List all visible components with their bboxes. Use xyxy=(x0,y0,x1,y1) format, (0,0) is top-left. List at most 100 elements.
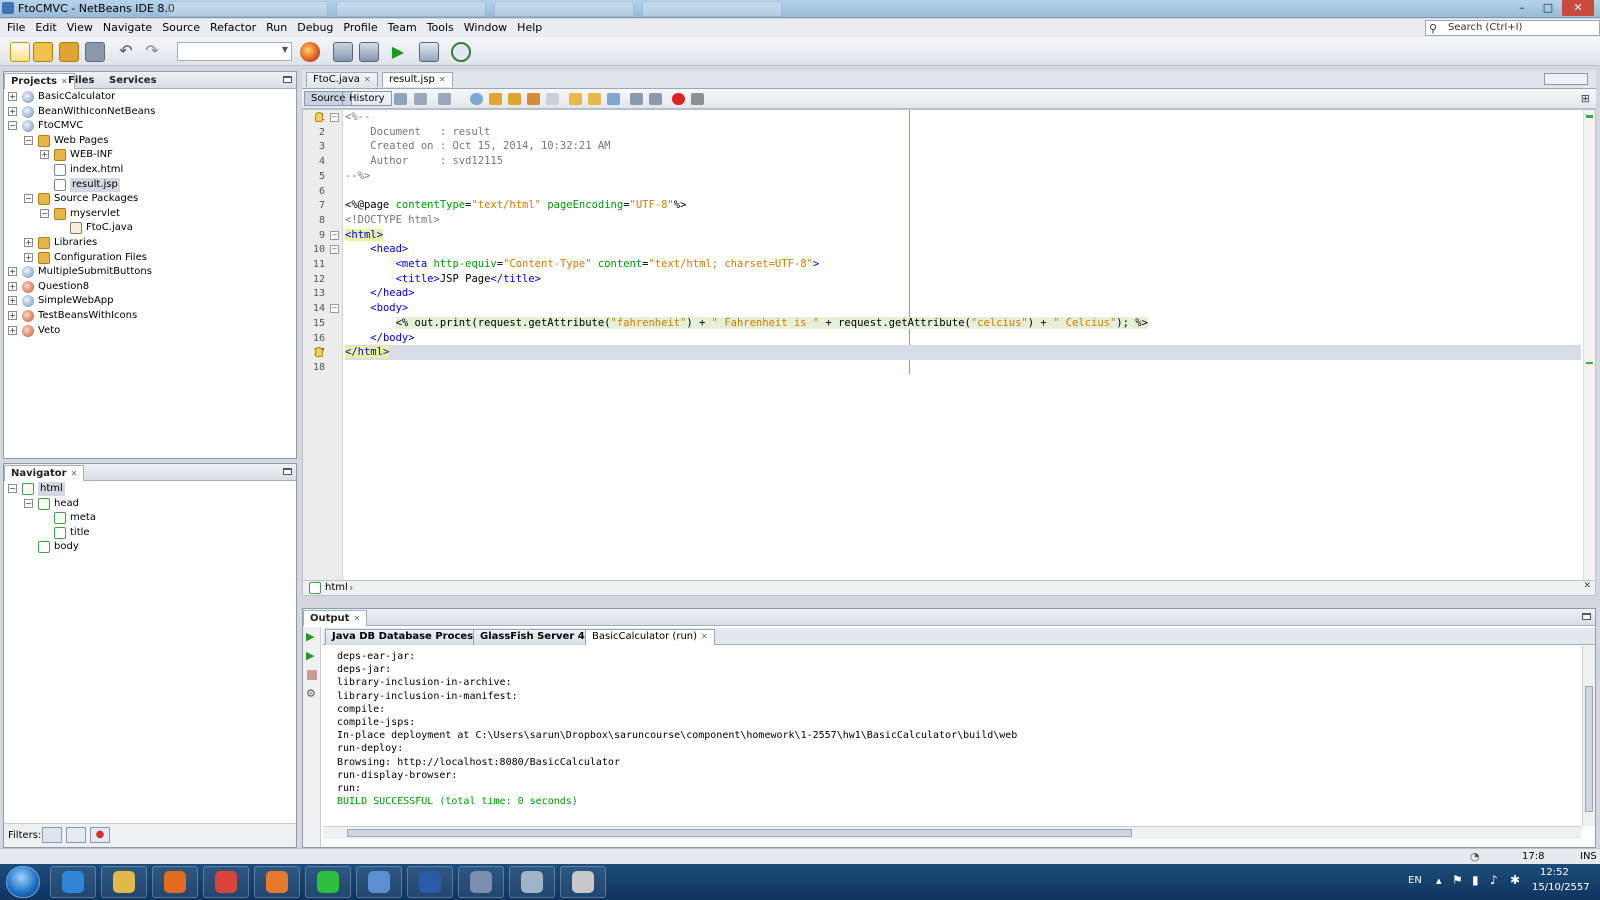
tree-node[interactable]: + WEB-INF xyxy=(4,148,296,162)
tab-files[interactable]: Files xyxy=(62,73,100,89)
tree-node[interactable]: − FtoCMVC xyxy=(4,119,296,133)
menu-item-refactor[interactable]: Refactor xyxy=(205,19,261,36)
search-input[interactable]: ⚲ Search (Ctrl+I) xyxy=(1425,20,1600,36)
volume-icon[interactable]: ♪ xyxy=(1490,873,1498,887)
error-stripe[interactable] xyxy=(1583,110,1595,580)
tools-icon[interactable] xyxy=(356,866,402,898)
tree-node[interactable]: − html xyxy=(4,482,296,496)
scrollbar-thumb[interactable] xyxy=(1585,686,1593,812)
collapse-icon[interactable]: − xyxy=(8,484,17,493)
new-project-icon[interactable] xyxy=(33,42,53,62)
filter-toggle-button[interactable] xyxy=(66,827,86,843)
code-line[interactable]: <%-- xyxy=(345,110,1581,125)
add-split-icon[interactable]: ⊞ xyxy=(1581,92,1590,105)
rerun-icon[interactable]: ▶ xyxy=(306,630,314,643)
fold-icon[interactable]: − xyxy=(330,245,339,255)
file-explorer-icon[interactable] xyxy=(101,866,147,898)
code-editor[interactable]: 123456789101112131415161718−−−− <%-- Doc… xyxy=(302,109,1596,581)
last-edit-icon[interactable] xyxy=(394,93,407,105)
clock-date[interactable]: 15/10/2557 xyxy=(1532,882,1590,893)
code-line[interactable]: <head> xyxy=(345,242,1581,257)
toggle-highlight-icon[interactable] xyxy=(527,93,540,105)
redo-icon[interactable]: ↷ xyxy=(142,42,162,62)
browser-select-icon[interactable] xyxy=(300,42,320,62)
word-icon[interactable] xyxy=(407,866,453,898)
close-icon[interactable]: ✕ xyxy=(353,614,360,623)
history-toggle[interactable]: History xyxy=(342,91,392,106)
background-browser-tab[interactable] xyxy=(336,1,486,17)
start-button[interactable] xyxy=(6,866,40,898)
output-tab[interactable]: GlassFish Server 4✕ xyxy=(473,629,603,645)
menu-item-navigate[interactable]: Navigate xyxy=(98,19,157,36)
profile-icon[interactable] xyxy=(451,42,471,62)
stop-macro-icon[interactable] xyxy=(691,93,704,105)
next-bookmark-icon[interactable] xyxy=(588,93,601,105)
debug-icon[interactable] xyxy=(419,42,439,62)
close-icon[interactable]: ✕ xyxy=(1583,581,1591,591)
tree-node[interactable]: + SimpleWebApp xyxy=(4,294,296,308)
close-button[interactable]: ✕ xyxy=(1562,0,1594,16)
filter-toggle-button[interactable] xyxy=(42,827,62,843)
expand-icon[interactable]: + xyxy=(8,311,17,320)
menu-item-run[interactable]: Run xyxy=(261,19,292,36)
firefox-icon[interactable] xyxy=(254,866,300,898)
expand-icon[interactable]: + xyxy=(24,238,33,247)
filter-toggle-button[interactable]: ● xyxy=(90,827,110,843)
minimize-panel-icon[interactable] xyxy=(283,468,292,475)
line-icon[interactable] xyxy=(305,866,351,898)
toggle-rect-selection-icon[interactable] xyxy=(546,93,559,105)
minimize-panel-icon[interactable] xyxy=(1582,613,1591,620)
editor-window-controls[interactable] xyxy=(1544,73,1588,85)
code-line[interactable]: </head> xyxy=(345,286,1581,301)
menu-item-edit[interactable]: Edit xyxy=(30,19,61,36)
tree-node[interactable]: index.html xyxy=(4,163,296,177)
collapse-icon[interactable]: − xyxy=(24,135,33,145)
find-icon[interactable] xyxy=(470,93,483,105)
new-file-icon[interactable] xyxy=(10,42,30,62)
tab-ftoc-java[interactable]: FtoC.java ✕ xyxy=(306,72,378,87)
minimize-button[interactable]: – xyxy=(1510,0,1534,16)
code-line[interactable]: <!DOCTYPE html> xyxy=(345,213,1581,228)
start-macro-icon[interactable] xyxy=(672,93,685,105)
toggle-bookmark-icon[interactable] xyxy=(607,93,620,105)
vertical-scrollbar[interactable] xyxy=(1582,646,1595,826)
shift-left-icon[interactable] xyxy=(630,93,643,105)
previous-bookmark-icon[interactable] xyxy=(569,93,582,105)
language-indicator[interactable]: EN xyxy=(1408,875,1422,886)
menu-item-debug[interactable]: Debug xyxy=(292,19,338,36)
fold-icon[interactable]: − xyxy=(330,230,339,240)
menu-item-help[interactable]: Help xyxy=(512,19,547,36)
expand-icon[interactable]: + xyxy=(8,106,17,116)
code-area[interactable]: <%-- Document : result Created on : Oct … xyxy=(345,110,1581,380)
tree-node[interactable]: title xyxy=(4,526,296,540)
tree-node[interactable]: + Configuration Files xyxy=(4,251,296,265)
close-icon[interactable]: ✕ xyxy=(439,75,446,84)
tree-node[interactable]: result.jsp xyxy=(4,177,296,192)
tree-node[interactable]: + BeanWithIconNetBeans xyxy=(4,105,296,119)
code-line[interactable]: Created on : Oct 15, 2014, 10:32:21 AM xyxy=(345,139,1581,154)
tree-node[interactable]: + BasicCalculator xyxy=(4,90,296,104)
undo-icon[interactable]: ↶ xyxy=(116,42,136,62)
expand-icon[interactable]: + xyxy=(8,267,17,277)
forward-icon[interactable] xyxy=(438,93,451,105)
configuration-select[interactable]: ▼ xyxy=(177,42,292,61)
scrollbar-thumb[interactable] xyxy=(347,829,1132,837)
close-icon[interactable]: ✕ xyxy=(364,75,371,84)
code-line[interactable]: <html> xyxy=(345,228,1581,243)
close-icon[interactable]: ✕ xyxy=(71,469,78,478)
menu-item-file[interactable]: File xyxy=(2,19,30,36)
build-icon[interactable] xyxy=(333,42,353,62)
rerun-with-params-icon[interactable]: ▶ xyxy=(306,649,314,662)
background-browser-tab[interactable] xyxy=(494,1,634,17)
stop-icon[interactable] xyxy=(307,670,317,680)
menu-item-tools[interactable]: Tools xyxy=(422,19,459,36)
code-line[interactable]: <%@page contentType="text/html" pageEnco… xyxy=(345,198,1581,213)
menu-item-profile[interactable]: Profile xyxy=(338,19,382,36)
run-icon[interactable]: ▶ xyxy=(388,42,408,62)
code-line[interactable]: </body> xyxy=(345,331,1581,346)
code-line[interactable] xyxy=(345,184,1581,199)
collapse-icon[interactable]: − xyxy=(24,194,33,204)
tab-services[interactable]: Services xyxy=(103,73,163,89)
code-line[interactable]: <title>JSP Page</title> xyxy=(345,272,1581,287)
code-line[interactable]: Author : svd12115 xyxy=(345,154,1581,169)
